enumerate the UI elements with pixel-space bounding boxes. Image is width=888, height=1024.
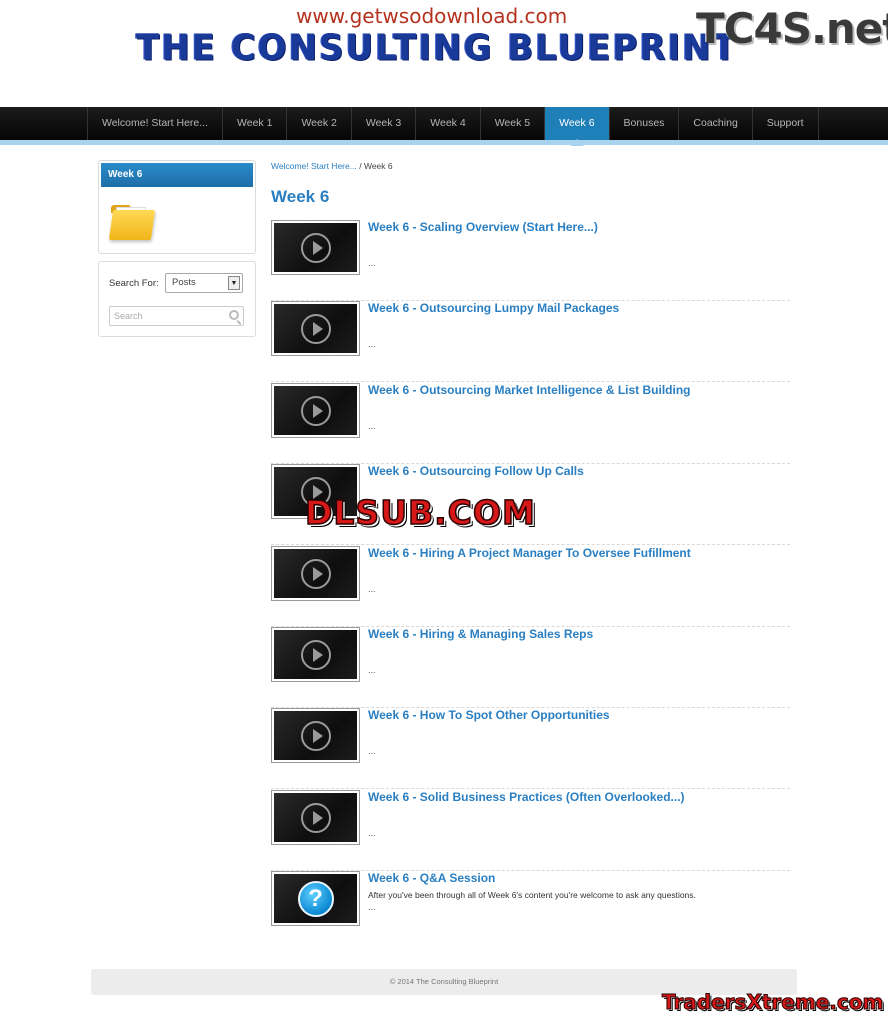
breadcrumb-separator: / xyxy=(359,161,362,171)
search-type-select[interactable]: Posts ▼ xyxy=(165,273,243,293)
post-thumbnail[interactable] xyxy=(271,301,360,356)
play-icon xyxy=(300,720,331,751)
nav-item-week-5[interactable]: Week 5 xyxy=(481,107,546,140)
week-widget-title: Week 6 xyxy=(101,163,253,187)
sidebar-week-widget: Week 6 xyxy=(98,160,256,254)
play-icon xyxy=(300,395,331,426)
post-title-link[interactable]: Week 6 - Solid Business Practices (Often… xyxy=(368,790,685,804)
post-item: ? Week 6 - Q&A Session After you've been t… xyxy=(271,871,790,952)
nav-item-week-6[interactable]: Week 6 xyxy=(545,107,610,146)
nav-item-week-2[interactable]: Week 2 xyxy=(287,107,352,140)
post-title-link[interactable]: Week 6 - Outsourcing Follow Up Calls xyxy=(368,464,584,478)
page-title: Week 6 xyxy=(271,187,330,206)
watermark-url: www.getwsodownload.com xyxy=(296,4,568,28)
nav-menu: Welcome! Start Here... Week 1 Week 2 Week 3… xyxy=(87,107,819,146)
play-icon xyxy=(300,232,331,263)
play-icon xyxy=(300,802,331,833)
search-type-value: Posts xyxy=(172,277,196,288)
post-thumbnail[interactable] xyxy=(271,708,360,763)
search-icon[interactable] xyxy=(229,310,239,320)
watermark-dlsub: DLSUB.COM xyxy=(304,492,536,533)
nav-item-week-4[interactable]: Week 4 xyxy=(416,107,481,140)
breadcrumb-link-home[interactable]: Welcome! Start Here... xyxy=(271,161,357,171)
post-thumbnail[interactable] xyxy=(271,383,360,438)
play-icon xyxy=(300,558,331,589)
post-read-more: ... xyxy=(368,339,376,349)
post-title-link[interactable]: Week 6 - Outsourcing Market Intelligence… xyxy=(368,383,691,397)
search-input[interactable]: Search xyxy=(109,306,244,326)
watermark-tc4s: TC4S.net xyxy=(696,4,888,53)
post-title-link[interactable]: Week 6 - Scaling Overview (Start Here...… xyxy=(368,220,598,234)
post-read-more: ... xyxy=(368,421,376,431)
post-read-more: ... xyxy=(368,665,376,675)
question-icon: ? xyxy=(297,880,334,917)
post-item: Week 6 - Hiring A Project Manager To Ove… xyxy=(271,546,790,627)
post-item: Week 6 - Scaling Overview (Start Here...… xyxy=(271,220,790,301)
nav-underline xyxy=(0,140,888,145)
nav-item-bonuses[interactable]: Bonuses xyxy=(610,107,680,140)
search-placeholder: Search xyxy=(114,311,143,321)
nav-item-week-1[interactable]: Week 1 xyxy=(223,107,288,140)
post-excerpt: After you've been through all of Week 6'… xyxy=(368,890,696,900)
post-title-link[interactable]: Week 6 - Outsourcing Lumpy Mail Packages xyxy=(368,301,619,315)
post-item: Week 6 - Outsourcing Lumpy Mail Packages… xyxy=(271,301,790,382)
breadcrumb-current: Week 6 xyxy=(363,161,393,171)
post-thumbnail[interactable] xyxy=(271,220,360,275)
post-title-link[interactable]: Week 6 - Hiring & Managing Sales Reps xyxy=(368,627,593,641)
post-title-link[interactable]: Week 6 - Q&A Session xyxy=(368,871,495,885)
sidebar-search-widget: Search For: Posts ▼ Search xyxy=(98,261,256,337)
nav-item-support[interactable]: Support xyxy=(753,107,819,140)
play-icon xyxy=(300,639,331,670)
dropdown-arrow-icon[interactable]: ▼ xyxy=(228,276,240,290)
watermark-tradersxtreme: TradersXtreme.com xyxy=(661,990,884,1015)
post-thumbnail[interactable] xyxy=(271,790,360,845)
post-read-more: ... xyxy=(368,258,376,268)
post-read-more: ... xyxy=(368,746,376,756)
post-thumbnail[interactable] xyxy=(271,546,360,601)
search-for-label: Search For: xyxy=(109,278,159,289)
post-title-link[interactable]: Week 6 - How To Spot Other Opportunities xyxy=(368,708,610,722)
nav-item-week-3[interactable]: Week 3 xyxy=(352,107,417,140)
post-read-more: ... xyxy=(368,828,376,838)
post-read-more: ... xyxy=(368,902,376,912)
post-item: Week 6 - Outsourcing Market Intelligence… xyxy=(271,383,790,464)
breadcrumb: Welcome! Start Here... / Week 6 xyxy=(271,161,393,171)
post-thumbnail[interactable]: ? xyxy=(271,871,360,926)
play-icon xyxy=(300,313,331,344)
post-thumbnail[interactable] xyxy=(271,627,360,682)
post-item: Week 6 - Solid Business Practices (Often… xyxy=(271,790,790,871)
nav-item-coaching[interactable]: Coaching xyxy=(679,107,753,140)
main-navigation: Welcome! Start Here... Week 1 Week 2 Week 3… xyxy=(0,107,888,146)
post-read-more: ... xyxy=(368,584,376,594)
nav-item-welcome-start-here[interactable]: Welcome! Start Here... xyxy=(88,107,224,140)
folder-icon xyxy=(108,205,156,241)
post-item: Week 6 - How To Spot Other Opportunities… xyxy=(271,708,790,789)
post-item: Week 6 - Hiring & Managing Sales Reps... xyxy=(271,627,790,708)
post-title-link[interactable]: Week 6 - Hiring A Project Manager To Ove… xyxy=(368,546,691,560)
site-title[interactable]: THE CONSULTING BLUEPRINT xyxy=(136,27,738,69)
footer-copyright: © 2014 The Consulting Blueprint xyxy=(389,977,499,986)
